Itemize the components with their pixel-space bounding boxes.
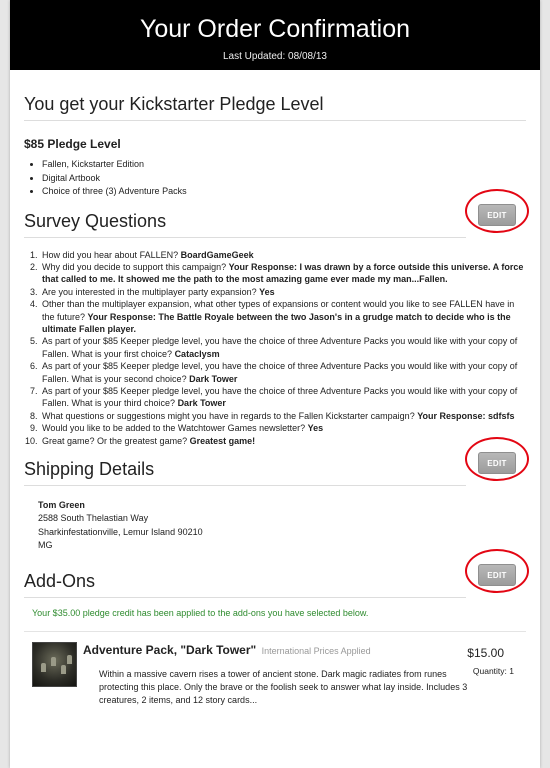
survey-question: Other than the multiplayer expansion, wh…	[40, 298, 526, 335]
pledge-items-list: Fallen, Kickstarter EditionDigital Artbo…	[42, 158, 526, 199]
pledge-credit-message: Your $35.00 pledge credit has been appli…	[32, 607, 369, 618]
answer-text: Your Response: The Battle Royale between…	[42, 311, 511, 334]
survey-question: Why did you decide to support this campa…	[40, 261, 526, 286]
survey-question: Are you interested in the multiplayer pa…	[40, 286, 526, 298]
question-text: How did you hear about FALLEN?	[42, 249, 181, 260]
price-note: International Prices Applied	[261, 645, 371, 656]
answer-text: Dark Tower	[189, 373, 238, 384]
pledge-section: You get your Kickstarter Pledge Level $8…	[10, 70, 540, 199]
survey-question: As part of your $85 Keeper pledge level,…	[40, 360, 526, 385]
answer-text: Cataclysm	[174, 348, 220, 359]
addon-description: Within a massive cavern rises a tower of…	[99, 668, 468, 705]
survey-edit-button[interactable]: EDIT	[478, 203, 516, 226]
pledge-item: Choice of three (3) Adventure Packs	[42, 185, 526, 199]
addons-section: Add-Ons EDIT Your $35.00 pledge credit h…	[10, 548, 540, 751]
address-street: 2588 South Thelastian Way	[38, 513, 149, 524]
addon-item: Adventure Pack, "Dark Tower" Internation…	[24, 630, 526, 751]
question-text: Would you like to be added to the Watcht…	[42, 423, 308, 434]
question-text: As part of your $85 Keeper pledge level,…	[42, 361, 518, 384]
pledge-item: Fallen, Kickstarter Edition	[42, 158, 526, 172]
pledge-section-title: You get your Kickstarter Pledge Level	[24, 94, 526, 121]
addons-edit-button[interactable]: EDIT	[478, 563, 516, 586]
page-header: Your Order Confirmation Last Updated: 08…	[10, 0, 540, 70]
question-text: Why did you decide to support this campa…	[42, 261, 229, 272]
survey-question: As part of your $85 Keeper pledge level,…	[40, 335, 526, 360]
answer-text: Greatest game!	[189, 435, 256, 446]
pledge-level: $85 Pledge Level	[24, 137, 121, 151]
question-text: Are you interested in the multiplayer pa…	[42, 286, 260, 297]
survey-question: As part of your $85 Keeper pledge level,…	[40, 385, 526, 410]
answer-text: Dark Tower	[177, 398, 226, 409]
survey-question: Would you like to be added to the Watcht…	[40, 422, 526, 434]
shipping-address: Tom Green 2588 South Thelastian Way Shar…	[38, 499, 526, 553]
order-page: Your Order Confirmation Last Updated: 08…	[10, 0, 540, 768]
address-country: MG	[38, 540, 53, 551]
answer-text: Yes	[307, 423, 324, 434]
shipping-section: Shipping Details EDIT Tom Green 2588 Sou…	[10, 437, 540, 553]
addon-price: $15.00	[467, 645, 504, 660]
survey-question: What questions or suggestions might you …	[40, 410, 526, 422]
addon-quantity: Quantity: 1	[472, 665, 514, 676]
question-text: As part of your $85 Keeper pledge level,…	[42, 336, 518, 359]
address-city: Sharkinfestationville, Lemur Island 9021…	[38, 526, 203, 537]
page-title: Your Order Confirmation	[139, 15, 411, 43]
question-text: What questions or suggestions might you …	[42, 410, 418, 421]
answer-text: BoardGameGeek	[180, 249, 254, 260]
answer-text: Your Response: sdfsfs	[417, 410, 515, 421]
recipient-name: Tom Green	[38, 500, 85, 510]
survey-question: How did you hear about FALLEN? BoardGame…	[40, 249, 526, 261]
addons-section-title: Add-Ons	[24, 571, 466, 598]
shipping-edit-button[interactable]: EDIT	[478, 452, 516, 474]
pledge-item: Digital Artbook	[42, 172, 526, 186]
survey-section: Survey Questions EDIT How did you hear a…	[10, 188, 540, 448]
question-text: As part of your $85 Keeper pledge level,…	[42, 385, 518, 409]
survey-questions-list: How did you hear about FALLEN? BoardGame…	[40, 249, 526, 448]
addon-thumbnail	[32, 641, 77, 687]
addon-name: Adventure Pack, "Dark Tower"	[83, 642, 257, 657]
question-text: Great game? Or the greatest game?	[42, 435, 190, 446]
addon-title: Adventure Pack, "Dark Tower" Internation…	[83, 643, 371, 657]
shipping-section-title: Shipping Details	[24, 459, 466, 486]
survey-section-title: Survey Questions	[24, 211, 466, 238]
answer-text: Yes	[259, 286, 275, 297]
survey-question: Great game? Or the greatest game? Greate…	[40, 435, 526, 447]
last-updated: Last Updated: 08/08/13	[223, 51, 327, 62]
